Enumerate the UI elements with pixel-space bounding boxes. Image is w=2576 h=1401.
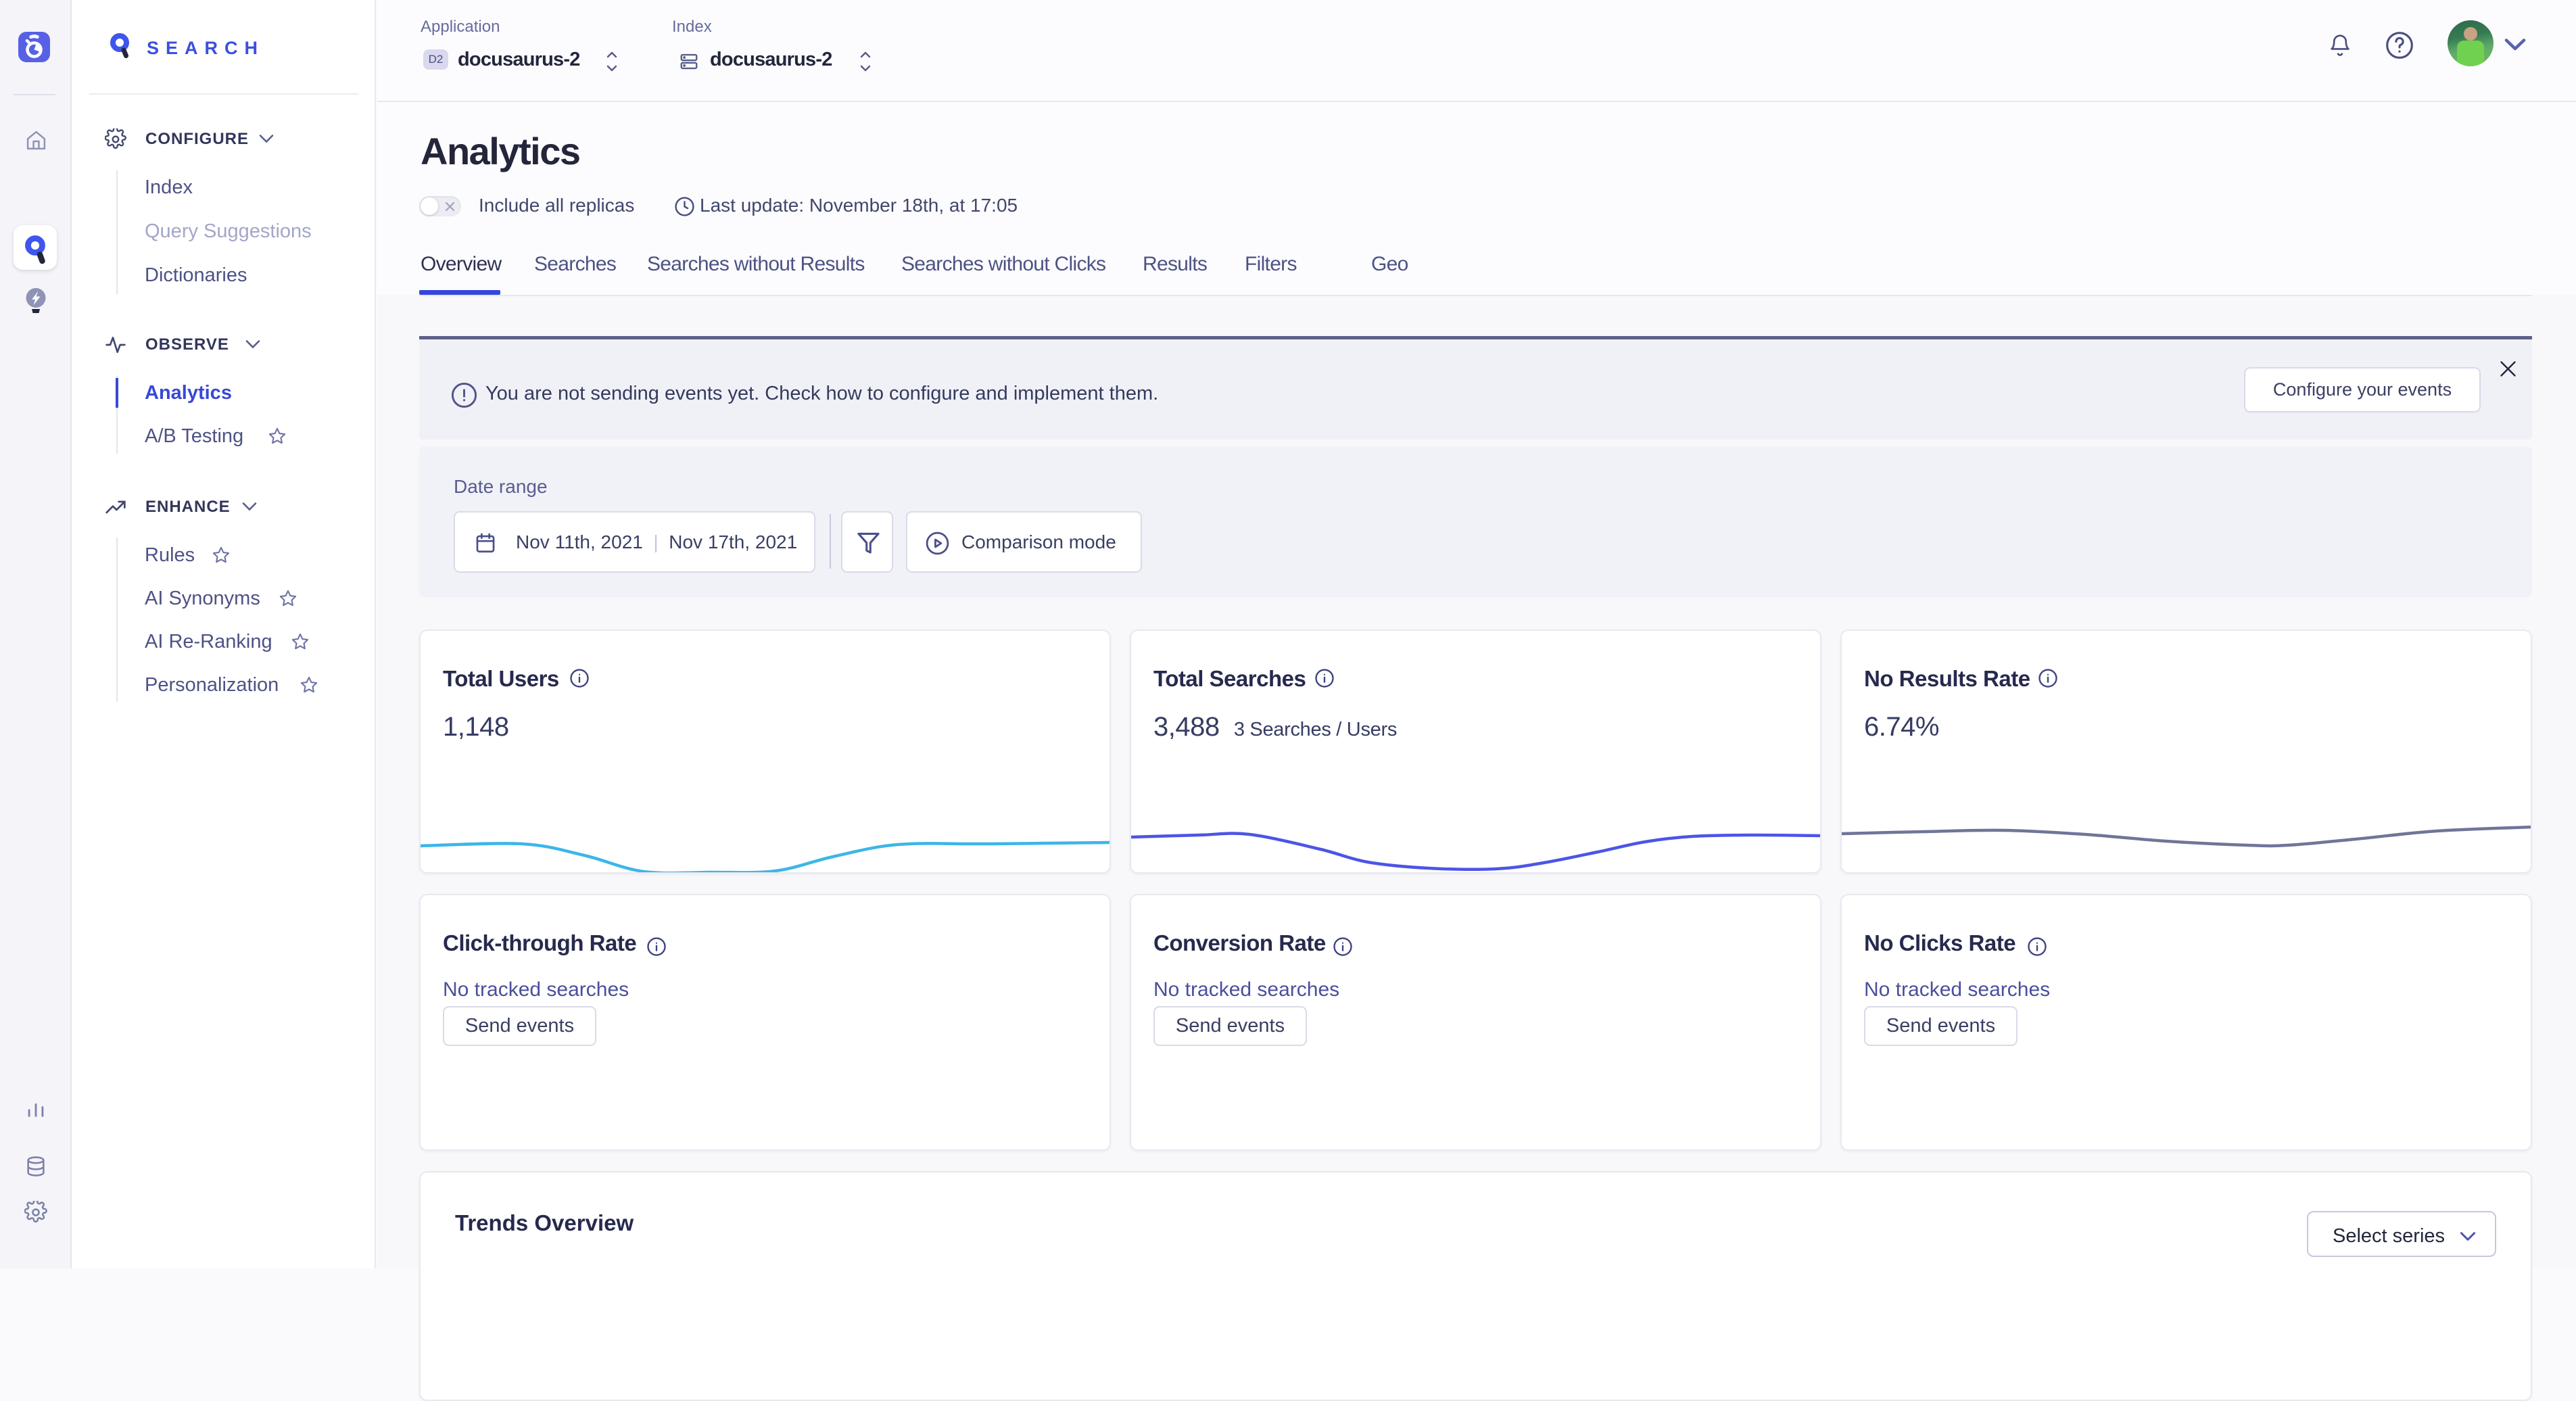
svg-text:SEARCH: SEARCH xyxy=(147,38,264,58)
